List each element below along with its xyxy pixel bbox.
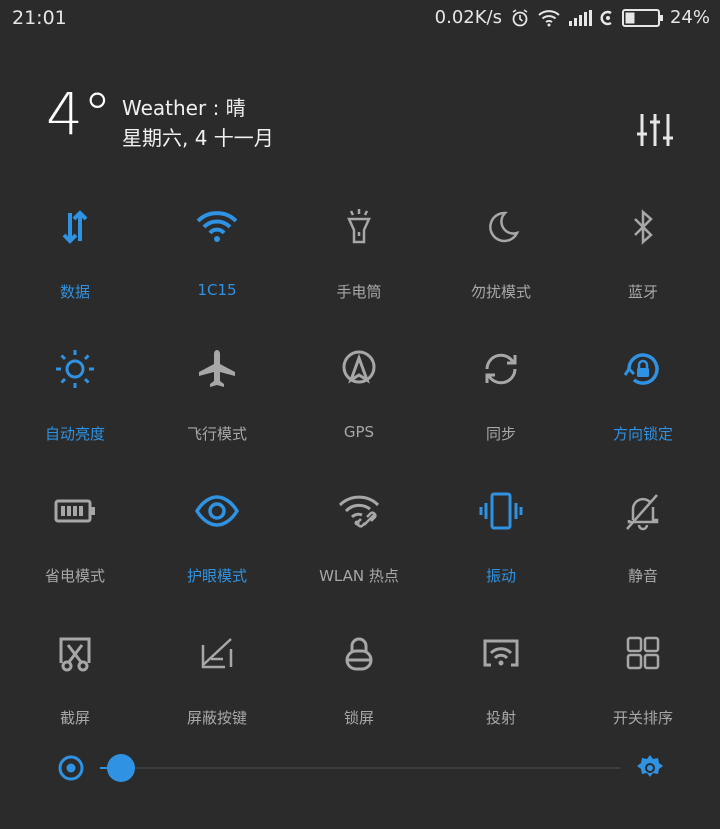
tile-label: 勿扰模式 (470, 283, 531, 301)
gps-icon (337, 347, 381, 391)
hotspot-icon (337, 489, 381, 533)
tile-label: 屏蔽按键 (186, 709, 247, 727)
status-time: 21:01 (12, 7, 67, 29)
tile-label: 护眼模式 (186, 567, 247, 585)
tile-bell-off[interactable]: 静音 (571, 479, 715, 604)
airplane-icon (195, 347, 239, 391)
tile-cast[interactable]: 投射 (429, 621, 573, 746)
bluetooth-icon (621, 205, 665, 249)
moon-icon (479, 205, 523, 249)
tile-wifi[interactable]: 1C15 (145, 195, 289, 320)
flashlight-icon (337, 205, 381, 249)
tile-moon[interactable]: 勿扰模式 (429, 195, 573, 320)
tile-gps[interactable]: GPS (287, 337, 431, 462)
tile-label: 截屏 (59, 709, 90, 727)
battery-percent: 24% (669, 7, 710, 28)
tile-label: GPS (343, 423, 375, 441)
tile-bluetooth[interactable]: 蓝牙 (571, 195, 715, 320)
tile-eye[interactable]: 护眼模式 (145, 479, 289, 604)
status-bar: 21:01 0.02K/s 24% (0, 0, 720, 38)
block-keys-icon (195, 631, 239, 675)
tile-label: 1C15 (197, 281, 237, 299)
grid-icon (621, 631, 665, 675)
tile-sun[interactable]: 自动亮度 (3, 337, 147, 462)
alarm-icon (510, 8, 530, 28)
battery-saver-icon (53, 489, 97, 533)
tile-sync[interactable]: 同步 (429, 337, 573, 462)
battery-icon (621, 8, 663, 27)
tile-vibrate[interactable]: 振动 (429, 479, 573, 604)
data-arrows-icon (53, 205, 97, 249)
vibrate-icon (479, 489, 523, 533)
brightness-slider[interactable] (0, 748, 720, 788)
net-speed: 0.02K/s (434, 7, 502, 28)
rotation-lock-icon (621, 347, 665, 391)
tile-label: 投射 (485, 709, 516, 727)
tile-label: 蓝牙 (627, 283, 658, 301)
wifi-status-icon (538, 9, 560, 27)
tile-label: 锁屏 (343, 709, 374, 727)
tile-label: 开关排序 (612, 709, 673, 727)
tile-screenshot[interactable]: 截屏 (3, 621, 147, 746)
tile-battery-saver[interactable]: 省电模式 (3, 479, 147, 604)
signal-icon (568, 9, 592, 26)
eye-icon (195, 489, 239, 533)
wifi-icon (195, 205, 239, 249)
date-text: 星期六, 4 十一月 (122, 126, 274, 150)
sun-icon (53, 347, 97, 391)
tile-data-arrows[interactable]: 数据 (3, 195, 147, 320)
tile-lock[interactable]: 锁屏 (287, 621, 431, 746)
brightness-low-icon (57, 754, 85, 782)
tile-label: 自动亮度 (44, 425, 105, 443)
cast-icon (479, 631, 523, 675)
weather-text: Weather : 晴 (122, 96, 246, 120)
slider-track[interactable] (100, 767, 620, 769)
bell-off-icon (621, 489, 665, 533)
temperature: 4° (46, 80, 112, 148)
lock-icon (337, 631, 381, 675)
tile-airplane[interactable]: 飞行模式 (145, 337, 289, 462)
status-icons: 0.02K/s 24% (435, 7, 710, 28)
settings-sliders-button[interactable] (634, 110, 676, 150)
tile-label: 振动 (485, 567, 516, 585)
slider-thumb[interactable] (106, 754, 135, 782)
tile-label: 省电模式 (44, 567, 105, 585)
tile-label: 静音 (627, 567, 658, 585)
screenshot-icon (53, 631, 97, 675)
tile-rotation-lock[interactable]: 方向锁定 (571, 337, 715, 462)
tile-label: WLAN 热点 (319, 567, 399, 585)
tile-flashlight[interactable]: 手电筒 (287, 195, 431, 320)
data-saver-icon (600, 10, 614, 26)
tile-grid[interactable]: 开关排序 (571, 621, 715, 746)
tile-label: 数据 (59, 283, 90, 301)
sliders-icon (637, 114, 673, 146)
weather-header: 4° Weather : 晴 星期六, 4 十一月 (0, 80, 720, 170)
tile-label: 同步 (485, 425, 516, 443)
tile-label: 方向锁定 (612, 425, 673, 443)
tile-label: 手电筒 (336, 283, 382, 301)
tile-hotspot[interactable]: WLAN 热点 (287, 479, 431, 604)
brightness-high-icon[interactable] (636, 754, 664, 782)
sync-icon (479, 347, 523, 391)
tile-block-keys[interactable]: 屏蔽按键 (145, 621, 289, 746)
battery: 24% (621, 7, 710, 28)
tile-label: 飞行模式 (186, 425, 247, 443)
